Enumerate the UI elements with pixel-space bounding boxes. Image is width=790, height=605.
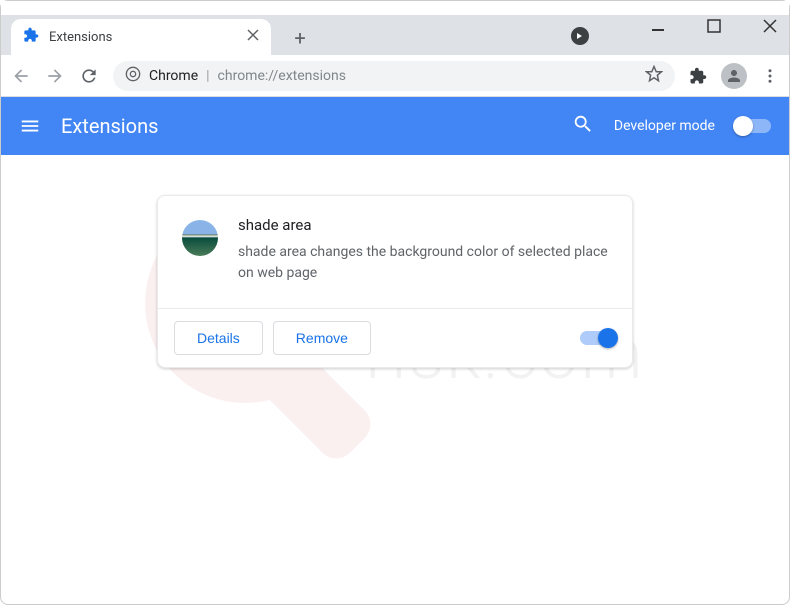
window-controls	[651, 19, 777, 33]
extensions-header: Extensions Developer mode	[1, 97, 789, 155]
address-bar[interactable]: Chrome | chrome://extensions	[113, 61, 675, 91]
window-minimize-button[interactable]	[651, 19, 665, 33]
media-control-button[interactable]	[571, 27, 589, 45]
hamburger-menu-icon[interactable]	[19, 115, 41, 137]
extension-icon	[182, 220, 218, 256]
url-divider: |	[206, 68, 209, 84]
extension-description: shade area changes the background color …	[238, 242, 608, 284]
content-area: shade area shade area changes the backgr…	[1, 155, 789, 408]
remove-button[interactable]: Remove	[273, 321, 371, 355]
close-tab-button[interactable]	[247, 29, 259, 45]
extension-card: shade area shade area changes the backgr…	[157, 195, 633, 368]
back-button[interactable]	[11, 66, 31, 86]
profile-button[interactable]	[721, 63, 747, 89]
developer-mode-label: Developer mode	[614, 118, 715, 134]
bookmark-star-icon[interactable]	[645, 65, 663, 87]
puzzle-icon	[23, 27, 39, 47]
window-maximize-button[interactable]	[707, 19, 721, 33]
extension-enable-toggle[interactable]	[580, 331, 616, 345]
extension-name: shade area	[238, 216, 608, 234]
forward-button[interactable]	[45, 66, 65, 86]
browser-tab[interactable]: Extensions	[11, 19, 271, 55]
extensions-icon[interactable]	[689, 67, 707, 85]
kebab-menu-icon[interactable]	[761, 67, 779, 85]
search-icon[interactable]	[572, 113, 594, 139]
toolbar: Chrome | chrome://extensions	[1, 55, 789, 97]
page-title: Extensions	[61, 114, 158, 138]
window-close-button[interactable]	[763, 19, 777, 33]
developer-mode-toggle[interactable]	[735, 119, 771, 133]
reload-button[interactable]	[79, 66, 99, 86]
chrome-icon	[125, 66, 141, 86]
titlebar	[1, 1, 789, 15]
details-button[interactable]: Details	[174, 321, 263, 355]
tab-title: Extensions	[49, 30, 112, 45]
new-tab-button[interactable]: +	[285, 23, 315, 53]
url-path: chrome://extensions	[218, 68, 346, 84]
url-scheme: Chrome	[149, 68, 198, 84]
